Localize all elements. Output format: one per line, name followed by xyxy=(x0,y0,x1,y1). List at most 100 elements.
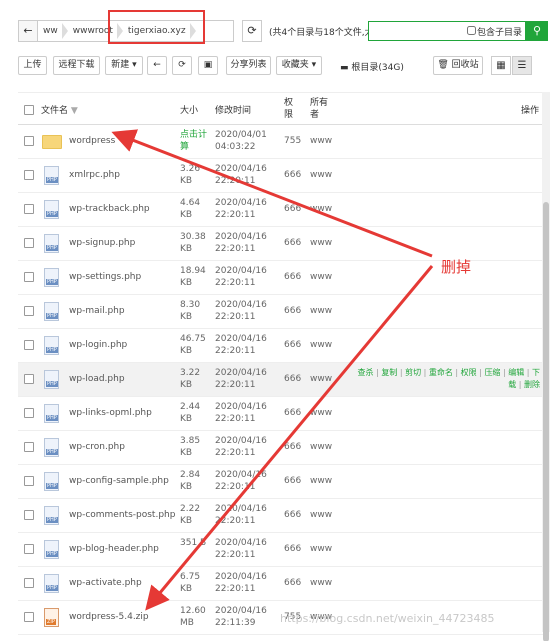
row-checkbox[interactable] xyxy=(24,374,34,384)
row-action-link[interactable]: 权限 xyxy=(461,368,477,377)
row-checkbox[interactable] xyxy=(24,442,34,452)
file-owner[interactable]: www xyxy=(310,306,332,316)
file-name[interactable]: wp-signup.php xyxy=(69,238,135,248)
list-view-button[interactable]: ☰ xyxy=(512,56,532,75)
file-perm[interactable]: 666 xyxy=(284,272,301,282)
row-checkbox[interactable] xyxy=(24,170,34,180)
file-owner[interactable]: www xyxy=(310,238,332,248)
search-input[interactable]: 包含子目录 xyxy=(368,21,526,41)
file-owner[interactable]: www xyxy=(310,340,332,350)
col-perm-header[interactable]: 权限 xyxy=(284,97,296,121)
row-checkbox[interactable] xyxy=(24,510,34,520)
row-checkbox[interactable] xyxy=(24,340,34,350)
file-owner[interactable]: www xyxy=(310,204,332,214)
row-checkbox[interactable] xyxy=(24,408,34,418)
breadcrumb-item[interactable]: ww xyxy=(38,21,68,41)
file-name[interactable]: wp-mail.php xyxy=(69,306,125,316)
table-row[interactable]: PHP wp-cron.php 3.85 KB 666 www 2020/04/16 22:… xyxy=(18,431,544,465)
terminal-button[interactable]: ▣ xyxy=(198,56,218,75)
row-checkbox[interactable] xyxy=(24,544,34,554)
grid-view-button[interactable]: ▦ xyxy=(491,56,511,75)
table-row[interactable]: PHP wp-mail.php 8.30 KB 666 www 2020/04/16 22:… xyxy=(18,295,544,329)
table-row[interactable]: PHP wp-links-opml.php 2.44 KB 666 www 2020/04… xyxy=(18,397,544,431)
file-name[interactable]: wp-trackback.php xyxy=(69,204,150,214)
file-perm[interactable]: 666 xyxy=(284,510,301,520)
back-button-toolbar[interactable]: ← xyxy=(147,56,167,75)
file-perm[interactable]: 666 xyxy=(284,204,301,214)
file-owner[interactable]: www xyxy=(310,170,332,180)
file-name[interactable]: wp-settings.php xyxy=(69,272,141,282)
row-checkbox[interactable] xyxy=(24,238,34,248)
file-name[interactable]: wp-links-opml.php xyxy=(69,408,152,418)
file-owner[interactable]: www xyxy=(310,272,332,282)
col-name-header[interactable]: 文件名 ▼ xyxy=(41,103,78,116)
file-perm[interactable]: 666 xyxy=(284,442,301,452)
scrollbar[interactable] xyxy=(542,92,550,641)
file-name[interactable]: wp-cron.php xyxy=(69,442,125,452)
file-name[interactable]: wp-load.php xyxy=(69,374,125,384)
file-perm[interactable]: 666 xyxy=(284,340,301,350)
upload-button[interactable]: 上传 xyxy=(18,56,47,75)
path-refresh-button[interactable]: ⟳ xyxy=(242,20,262,42)
file-name[interactable]: wordpress-5.4.zip xyxy=(69,612,149,622)
row-checkbox[interactable] xyxy=(24,136,34,146)
file-owner[interactable]: www xyxy=(310,442,332,452)
select-all-checkbox[interactable] xyxy=(24,105,34,115)
favorites-button[interactable]: 收藏夹 ▾ xyxy=(276,56,322,75)
file-name[interactable]: wp-config-sample.php xyxy=(69,476,169,486)
row-action-link[interactable]: 压缩 xyxy=(484,368,500,377)
row-action-link[interactable]: 删除 xyxy=(524,380,540,389)
table-row[interactable]: wordpress 点击计算 755 www 2020/04/01 04:03:22 xyxy=(18,125,544,159)
file-size[interactable]: 点击计算 xyxy=(180,129,210,153)
file-name[interactable]: wordpress xyxy=(69,136,115,146)
file-name[interactable]: wp-comments-post.php xyxy=(69,510,175,520)
refresh-button[interactable]: ⟳ xyxy=(172,56,192,75)
recycle-bin-button[interactable]: 🗑 回收站 xyxy=(433,56,483,75)
row-checkbox[interactable] xyxy=(24,306,34,316)
file-perm[interactable]: 666 xyxy=(284,544,301,554)
table-row[interactable]: PHP wp-login.php 46.75 KB 666 www 2020/04/16 2… xyxy=(18,329,544,363)
file-perm[interactable]: 666 xyxy=(284,238,301,248)
include-subdir-checkbox[interactable] xyxy=(467,26,476,35)
file-owner[interactable]: www xyxy=(310,510,332,520)
file-perm[interactable]: 666 xyxy=(284,170,301,180)
file-perm[interactable]: 666 xyxy=(284,374,301,384)
share-list-button[interactable]: 分享列表 xyxy=(226,56,271,75)
row-action-link[interactable]: 查杀 xyxy=(358,368,374,377)
scrollbar-thumb[interactable] xyxy=(543,202,549,641)
file-owner[interactable]: www xyxy=(310,408,332,418)
col-modified-header[interactable]: 修改时间 xyxy=(215,103,251,116)
file-name[interactable]: xmlrpc.php xyxy=(69,170,120,180)
file-owner[interactable]: www xyxy=(310,578,332,588)
file-perm[interactable]: 755 xyxy=(284,136,301,146)
file-owner[interactable]: www xyxy=(310,544,332,554)
row-checkbox[interactable] xyxy=(24,612,34,622)
file-owner[interactable]: www xyxy=(310,476,332,486)
root-dir-disk[interactable]: ▬ 根目录(34G) xyxy=(340,60,404,73)
table-row[interactable]: PHP wp-activate.php 6.75 KB 666 www 2020/04/1… xyxy=(18,567,544,601)
file-name[interactable]: wp-blog-header.php xyxy=(69,544,159,554)
file-name[interactable]: wp-activate.php xyxy=(69,578,142,588)
row-action-link[interactable]: 编辑 xyxy=(508,368,524,377)
table-row[interactable]: PHP wp-trackback.php 4.64 KB 666 www 2020/04/… xyxy=(18,193,544,227)
row-action-link[interactable]: 下 xyxy=(532,368,540,377)
search-button[interactable]: ⚲ xyxy=(526,21,548,41)
file-perm[interactable]: 666 xyxy=(284,476,301,486)
row-checkbox[interactable] xyxy=(24,204,34,214)
col-size-header[interactable]: 大小 xyxy=(180,103,198,116)
row-checkbox[interactable] xyxy=(24,578,34,588)
file-perm[interactable]: 666 xyxy=(284,306,301,316)
row-checkbox[interactable] xyxy=(24,476,34,486)
back-button[interactable]: ← xyxy=(18,20,38,42)
file-name[interactable]: wp-login.php xyxy=(69,340,127,350)
file-perm[interactable]: 666 xyxy=(284,408,301,418)
new-button[interactable]: 新建 ▾ xyxy=(105,56,143,75)
table-row[interactable]: PHP xmlrpc.php 3.26 KB 666 www 2020/04/16 22:2… xyxy=(18,159,544,193)
col-owner-header[interactable]: 所有者 xyxy=(310,97,332,121)
row-action-link[interactable]: 剪切 xyxy=(405,368,421,377)
table-row[interactable]: PHP wp-load.php 3.22 KB 666 www 2020/04/16 22:… xyxy=(18,363,544,397)
row-action-link[interactable]: 复制 xyxy=(381,368,397,377)
table-row[interactable]: PHP wp-config-sample.php 2.84 KB 666 www 2020… xyxy=(18,465,544,499)
file-perm[interactable]: 666 xyxy=(284,578,301,588)
table-row[interactable]: PHP wp-comments-post.php 2.22 KB 666 www 2020… xyxy=(18,499,544,533)
